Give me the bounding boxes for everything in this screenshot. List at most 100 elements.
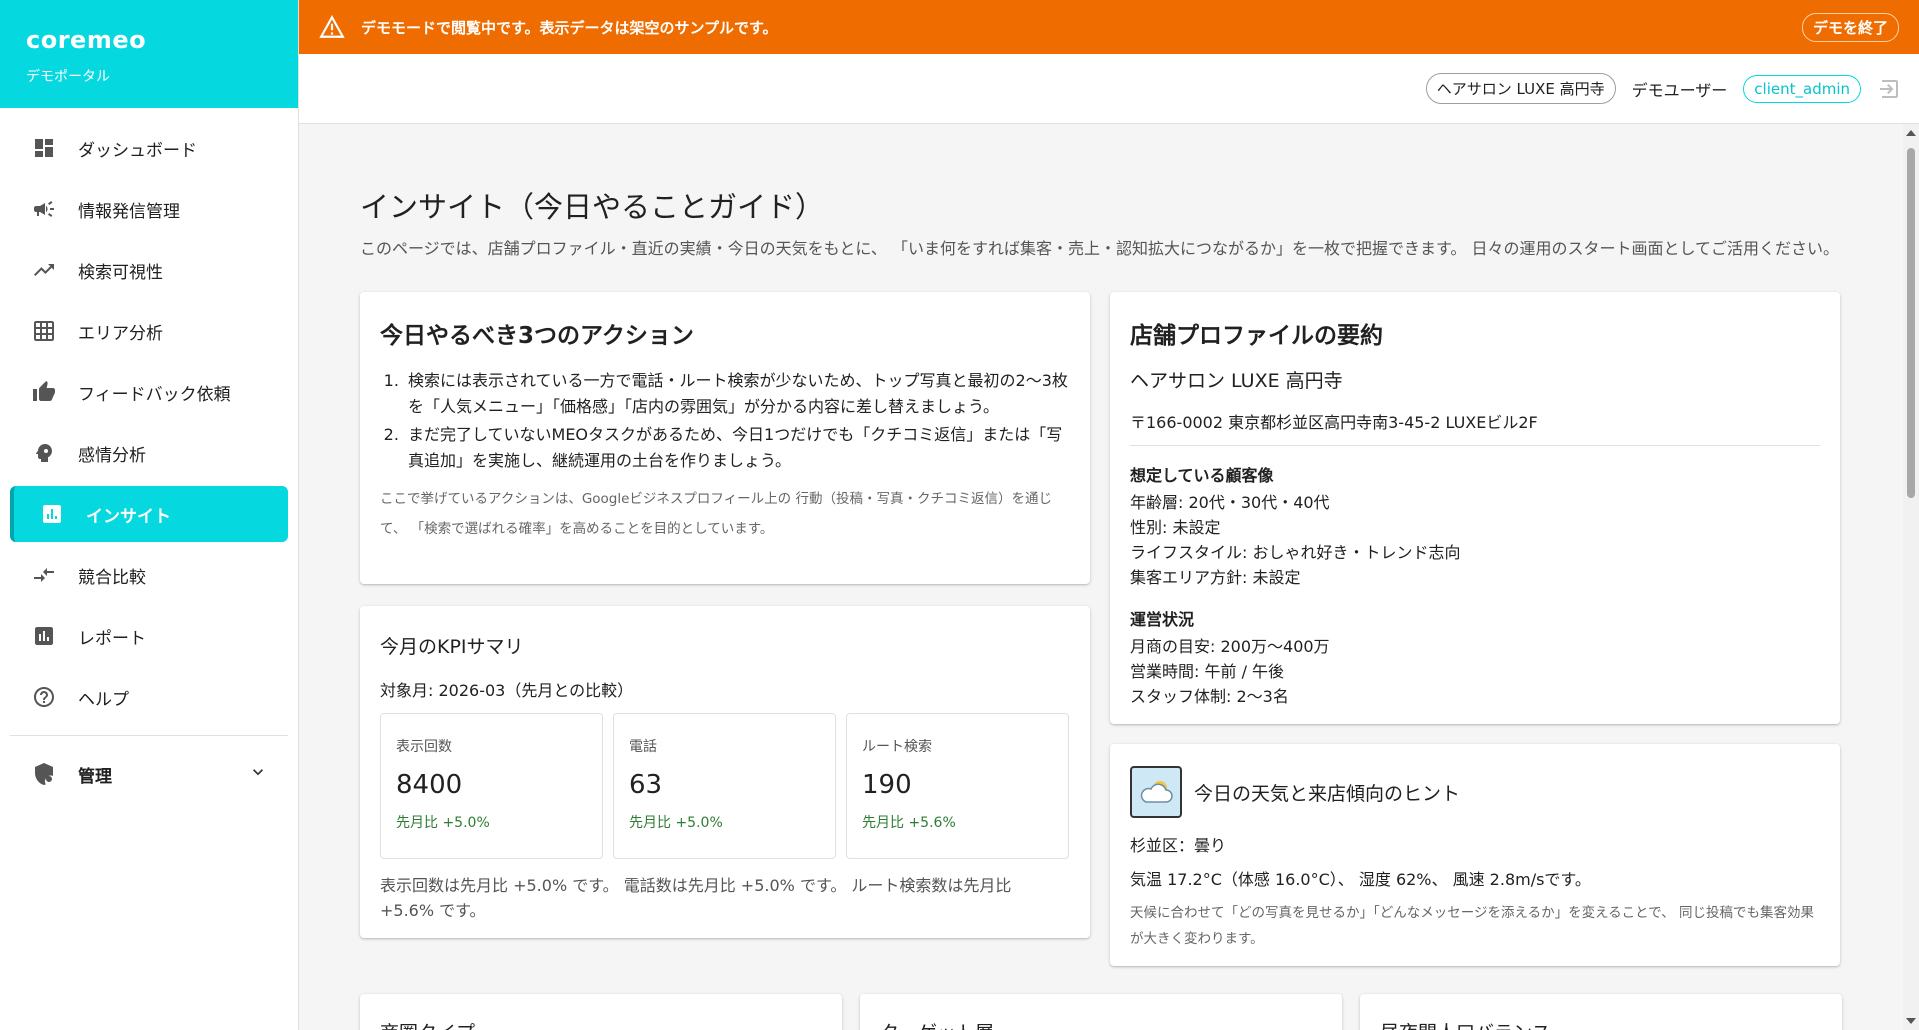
- kpi-summary: 表示回数は先月比 +5.0% です。 電話数は先月比 +5.0% です。 ルート…: [380, 876, 1012, 920]
- sidebar-item-label: フィードバック依頼: [78, 384, 231, 405]
- bar-chart-icon: [30, 622, 58, 650]
- brand-name: coremeo: [26, 26, 147, 54]
- market-type-card: 商圏タイプ: [360, 994, 842, 1030]
- customer-line: 年齢層: 20代・30代・40代: [1130, 493, 1330, 512]
- ops-line: 月商の目安: 200万〜400万: [1130, 637, 1330, 656]
- sidebar-item-label: レポート: [78, 628, 146, 649]
- weather-header: 今日の天気と来店傾向のヒント: [1130, 766, 1820, 818]
- sidebar-item-label: 情報発信管理: [78, 201, 180, 222]
- actions-list: 検索には表示されている一方で電話・ルート検索が少ないため、トップ写真と最初の2〜…: [380, 368, 1070, 474]
- profile-address: 〒166-0002 東京都杉並区高円寺南3-45-2 LUXEビル2F: [1130, 409, 1820, 446]
- customer-line: 性別: 未設定: [1130, 518, 1221, 537]
- page-title: インサイト（今日やることガイド）: [360, 190, 825, 224]
- kpi-label: ルート検索: [862, 739, 932, 755]
- kpi-value: 190: [862, 770, 912, 800]
- nav-divider: [10, 735, 288, 736]
- sidebar-item-feedback[interactable]: フィードバック依頼: [10, 364, 288, 420]
- sidebar-item-label: 競合比較: [78, 567, 146, 588]
- sidebar-item-area-analysis[interactable]: エリア分析: [10, 303, 288, 359]
- sidebar-item-label: ダッシュボード: [78, 140, 197, 161]
- kpi-card: 今月のKPIサマリ 対象月: 2026-03（先月との比較） 表示回数 8400…: [360, 606, 1090, 938]
- sidebar-item-label: インサイト: [86, 506, 171, 527]
- weather-hint: 天候に合わせて「どの写真を見せるか」「どんなメッセージを添えるか」を変えることで…: [1130, 905, 1815, 947]
- sidebar: coremeo デモポータル ダッシュボード 情報発信管理 検索可視性 エリア分…: [0, 0, 299, 1030]
- dashboard-icon: [30, 134, 58, 162]
- grid-icon: [30, 317, 58, 345]
- customer-line: 集客エリア方針: 未設定: [1130, 568, 1301, 587]
- weather-condition: 杉並区：曇り: [1130, 836, 1227, 855]
- weather-detail: 気温 17.2°C（体感 16.0°C）、 湿度 62%、 風速 2.8m/sで…: [1130, 870, 1591, 889]
- kpi-label: 電話: [629, 739, 657, 755]
- scroll-thumb[interactable]: [1907, 148, 1915, 498]
- scroll-down-arrow[interactable]: [1906, 1018, 1916, 1024]
- sidebar-item-admin[interactable]: 管理: [10, 746, 288, 802]
- kpi-value: 8400: [396, 770, 463, 800]
- sidebar-item-label: 管理: [78, 766, 112, 787]
- kpi-grid: 表示回数 8400 先月比 +5.0% 電話 63 先月比 +5.0% ルート検…: [380, 713, 1070, 859]
- sidebar-item-label: 検索可視性: [78, 262, 163, 283]
- scroll-up-arrow[interactable]: [1906, 130, 1916, 136]
- psychology-icon: [30, 439, 58, 467]
- customer-line: ライフスタイル: おしゃれ好き・トレンド志向: [1130, 543, 1461, 562]
- kpi-box-directions: ルート検索 190 先月比 +5.6%: [846, 713, 1069, 859]
- insights-icon: [38, 500, 66, 528]
- chevron-down-icon: [248, 762, 268, 787]
- megaphone-icon: [30, 195, 58, 223]
- bottom-card-title: 商圏タイプ: [380, 1018, 822, 1030]
- kpi-diff: 先月比 +5.0%: [629, 815, 723, 831]
- ops-line: スタッフ体制: 2〜3名: [1130, 687, 1289, 706]
- brand-subtitle: デモポータル: [26, 69, 110, 85]
- user-name: デモユーザー: [1631, 80, 1728, 100]
- action-item: 検索には表示されている一方で電話・ルート検索が少ないため、トップ写真と最初の2〜…: [404, 368, 1070, 420]
- brand[interactable]: coremeo デモポータル: [0, 0, 298, 108]
- customer-section-title: 想定している顧客像: [1130, 466, 1274, 485]
- population-balance-card: 昼夜間人口バランス: [1360, 994, 1842, 1030]
- ops-section-title: 運営状況: [1130, 610, 1195, 629]
- kpi-diff: 先月比 +5.0%: [396, 815, 490, 831]
- profile-card: 店舗プロファイルの要約 ヘアサロン LUXE 高円寺 〒166-0002 東京都…: [1110, 292, 1840, 724]
- trending-up-icon: [30, 256, 58, 284]
- bottom-card-title: ターゲット層: [880, 1018, 1322, 1030]
- main-scrollbar[interactable]: [1903, 124, 1919, 1030]
- top-bar: ヘアサロン LUXE 高円寺 デモユーザー client_admin: [299, 54, 1919, 124]
- main-content: インサイト（今日やることガイド） このページでは、店舗プロファイル・直近の実績・…: [299, 124, 1903, 1030]
- kpi-box-calls: 電話 63 先月比 +5.0%: [613, 713, 836, 859]
- store-selector[interactable]: ヘアサロン LUXE 高円寺: [1425, 73, 1616, 104]
- admin-shield-icon: [30, 760, 58, 788]
- sidebar-item-dashboard[interactable]: ダッシュボード: [10, 120, 288, 176]
- warning-icon: [319, 14, 345, 40]
- actions-note: ここで挙げているアクションは、Googleビジネスプロフィール上の 行動（投稿・…: [380, 491, 1052, 537]
- sidebar-item-competitor[interactable]: 競合比較: [10, 547, 288, 603]
- kpi-title: 今月のKPIサマリ: [380, 636, 524, 658]
- sidebar-item-sentiment[interactable]: 感情分析: [10, 425, 288, 481]
- ops-line: 営業時間: 午前 / 午後: [1130, 662, 1285, 681]
- sidebar-item-report[interactable]: レポート: [10, 608, 288, 664]
- actions-card: 今日やるべき3つのアクション 検索には表示されている一方で電話・ルート検索が少な…: [360, 292, 1090, 584]
- end-demo-button[interactable]: デモを終了: [1801, 12, 1899, 42]
- sidebar-item-insights[interactable]: インサイト: [10, 486, 288, 542]
- thumb-up-icon: [30, 378, 58, 406]
- target-segment-card: ターゲット層: [860, 994, 1342, 1030]
- profile-title: 店舗プロファイルの要約: [1130, 323, 1383, 349]
- help-icon: [30, 683, 58, 711]
- actions-title: 今日やるべき3つのアクション: [380, 323, 694, 349]
- sidebar-item-help[interactable]: ヘルプ: [10, 669, 288, 725]
- action-item: まだ完了していないMEOタスクがあるため、今日1つだけでも「クチコミ返信」または…: [404, 422, 1070, 474]
- kpi-label: 表示回数: [396, 739, 452, 755]
- compare-arrows-icon: [30, 561, 58, 589]
- logout-icon[interactable]: [1877, 77, 1901, 101]
- sidebar-nav: ダッシュボード 情報発信管理 検索可視性 エリア分析 フィードバック依頼 感情分…: [0, 108, 298, 802]
- page-description: このページでは、店舗プロファイル・直近の実績・今日の天気をもとに、 「いま何をす…: [360, 239, 1839, 258]
- demo-banner-text: デモモードで閲覧中です。表示データは架空のサンプルです。: [361, 18, 778, 37]
- sidebar-item-label: 感情分析: [78, 445, 146, 466]
- kpi-value: 63: [629, 770, 663, 800]
- cloudy-weather-icon: [1130, 766, 1182, 818]
- sidebar-item-search-visibility[interactable]: 検索可視性: [10, 242, 288, 298]
- weather-card: 今日の天気と来店傾向のヒント 杉並区：曇り 気温 17.2°C（体感 16.0°…: [1110, 744, 1840, 966]
- kpi-period: 対象月: 2026-03（先月との比較）: [380, 681, 634, 700]
- bottom-card-title: 昼夜間人口バランス: [1380, 1018, 1822, 1030]
- sidebar-item-label: ヘルプ: [78, 689, 129, 710]
- profile-store-name: ヘアサロン LUXE 高円寺: [1130, 370, 1343, 392]
- sidebar-item-label: エリア分析: [78, 323, 163, 344]
- sidebar-item-publishing[interactable]: 情報発信管理: [10, 181, 288, 237]
